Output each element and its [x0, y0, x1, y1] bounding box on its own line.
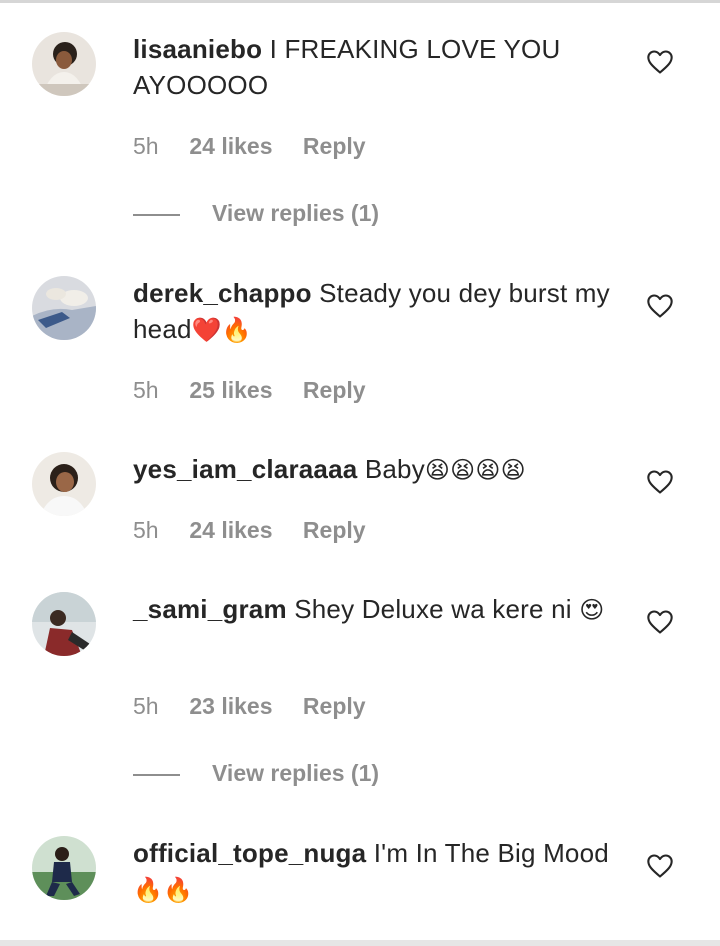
- view-replies-button[interactable]: View replies (1): [133, 198, 379, 228]
- username-link[interactable]: _sami_gram: [133, 594, 287, 624]
- reply-button[interactable]: Reply: [303, 691, 366, 721]
- avatar[interactable]: [32, 836, 96, 900]
- reply-button[interactable]: Reply: [303, 375, 366, 405]
- username-link[interactable]: official_tope_nuga: [133, 838, 366, 868]
- comment-text: lisaaniebo I FREAKING LOVE YOU AYOOOOO: [133, 31, 613, 103]
- avatar-photo-icon: [32, 276, 96, 340]
- replies-line: [133, 773, 180, 776]
- comments-screen: lisaaniebo I FREAKING LOVE YOU AYOOOOO 5…: [0, 0, 720, 946]
- likes-count[interactable]: 24 likes: [189, 515, 272, 545]
- comment-body: I'm In The Big Mood: [373, 838, 609, 868]
- timestamp: 5h: [133, 517, 159, 543]
- comment-emoji: ❤️🔥: [191, 316, 252, 344]
- username-link[interactable]: lisaaniebo: [133, 34, 262, 64]
- comment-meta: 5h 23 likes Reply: [133, 691, 366, 721]
- likes-count[interactable]: 25 likes: [189, 375, 272, 405]
- avatar-photo-icon: [32, 452, 96, 516]
- avatar[interactable]: [32, 32, 96, 96]
- view-replies-label: View replies (1): [212, 760, 380, 786]
- likes-count[interactable]: 23 likes: [189, 691, 272, 721]
- comment-meta: 5h 25 likes Reply: [133, 375, 366, 405]
- comment-text: yes_iam_claraaaa Baby😫😫😫😫: [133, 451, 613, 488]
- comment-text: official_tope_nuga I'm In The Big Mood 🔥…: [133, 835, 613, 908]
- heart-icon[interactable]: [646, 609, 674, 635]
- comment-meta: 5h 24 likes Reply: [133, 515, 366, 545]
- heart-icon[interactable]: [646, 469, 674, 495]
- top-divider: [0, 0, 720, 3]
- avatar-photo-icon: [32, 592, 96, 656]
- heart-icon[interactable]: [646, 293, 674, 319]
- comment-emoji: 😍: [579, 596, 605, 624]
- comment-emoji: 🔥🔥: [133, 876, 194, 904]
- comment-meta: 5h 24 likes Reply: [133, 131, 366, 161]
- heart-icon[interactable]: [646, 853, 674, 879]
- avatar[interactable]: [32, 452, 96, 516]
- username-link[interactable]: yes_iam_claraaaa: [133, 454, 357, 484]
- bottom-divider: [0, 940, 720, 946]
- timestamp: 5h: [133, 377, 159, 403]
- username-link[interactable]: derek_chappo: [133, 278, 312, 308]
- heart-icon[interactable]: [646, 49, 674, 75]
- reply-button[interactable]: Reply: [303, 515, 366, 545]
- replies-line: [133, 213, 180, 216]
- view-replies-button[interactable]: View replies (1): [133, 758, 379, 788]
- avatar[interactable]: [32, 276, 96, 340]
- avatar-photo-icon: [32, 836, 96, 900]
- avatar[interactable]: [32, 592, 96, 656]
- comment-body: Shey Deluxe wa kere ni: [294, 594, 572, 624]
- comment-text: derek_chappo Steady you dey burst my hea…: [133, 275, 613, 348]
- timestamp: 5h: [133, 693, 159, 719]
- timestamp: 5h: [133, 133, 159, 159]
- comment-emoji: 😫😫😫😫: [424, 456, 526, 484]
- avatar-photo-icon: [32, 32, 96, 96]
- comment-body: Baby: [364, 454, 425, 484]
- view-replies-label: View replies (1): [212, 200, 380, 226]
- likes-count[interactable]: 24 likes: [189, 131, 272, 161]
- comment-text: _sami_gram Shey Deluxe wa kere ni 😍: [133, 591, 613, 628]
- reply-button[interactable]: Reply: [303, 131, 366, 161]
